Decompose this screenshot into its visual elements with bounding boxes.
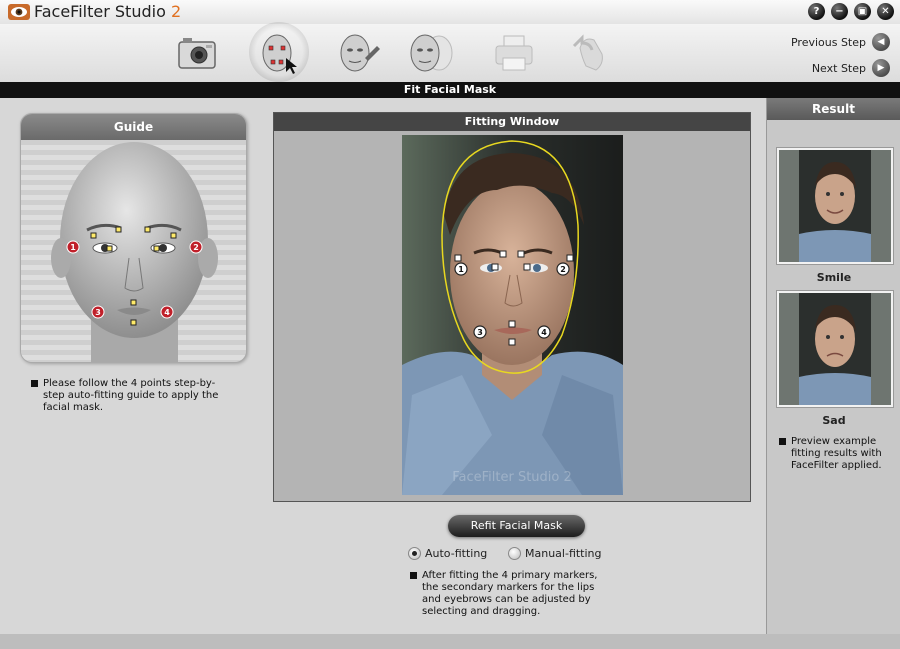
guide-note: Please follow the 4 points step-by-step …: [31, 378, 221, 414]
fit-marker-1[interactable]: 1: [458, 265, 464, 274]
refit-facial-mask-button[interactable]: Refit Facial Mask: [448, 515, 585, 537]
fitting-window-title: Fitting Window: [274, 113, 750, 131]
step-title: Fit Facial Mask: [0, 82, 900, 98]
app-name: FaceFilter Studio: [34, 2, 166, 21]
watermark: FaceFilter Studio 2: [452, 470, 572, 485]
edit-face-icon[interactable]: [335, 28, 383, 78]
previous-step-label: Previous Step: [790, 35, 866, 49]
guide-marker-4: 4: [164, 308, 170, 317]
arrow-right-icon: ▶: [872, 59, 890, 77]
title-bar: FaceFilter Studio 2 ? − ▣ ✕: [0, 0, 900, 24]
guide-panel: Guide 1 2 3 4: [20, 113, 247, 363]
result-title: Result: [767, 98, 900, 120]
sad-label: Sad: [822, 414, 846, 427]
fitting-window: Fitting Window 1 2 3 4 FaceFilter Studio…: [273, 112, 751, 502]
result-note-text: Preview example fitting results with Fac…: [791, 436, 882, 471]
guide-illustration: 1 2 3 4: [21, 140, 246, 362]
radio-unselected-icon: [508, 547, 521, 560]
printer-icon[interactable]: [490, 28, 538, 78]
radio-selected-icon: [408, 547, 421, 560]
guide-marker-3: 3: [95, 308, 101, 317]
help-icon[interactable]: ?: [808, 3, 825, 20]
guide-title: Guide: [21, 114, 246, 140]
fit-marker-2[interactable]: 2: [560, 265, 566, 274]
guide-marker-1: 1: [70, 243, 76, 252]
fitting-note-text: After fitting the 4 primary markers, the…: [422, 570, 598, 617]
toolbar: Previous Step ◀ Next Step ▶: [0, 22, 900, 82]
eye-logo-icon: [8, 4, 30, 20]
share-hand-icon[interactable]: [566, 28, 614, 78]
bullet-icon: [779, 438, 786, 445]
app-version: 2: [170, 2, 182, 21]
auto-fitting-label: Auto-fitting: [425, 547, 488, 560]
previous-step-button[interactable]: Previous Step ◀: [791, 32, 890, 52]
arrow-left-icon: ◀: [872, 33, 890, 51]
minimize-icon[interactable]: −: [831, 3, 848, 20]
fit-marker-3[interactable]: 3: [477, 328, 483, 337]
camera-icon[interactable]: [173, 28, 221, 78]
smile-label: Smile: [816, 271, 852, 284]
sad-result-thumbnail[interactable]: [777, 291, 893, 407]
fit-mask-icon[interactable]: [249, 22, 309, 82]
morph-faces-icon[interactable]: [405, 28, 453, 78]
guide-head-illustration: 1 2 3 4: [51, 142, 218, 362]
bullet-icon: [31, 380, 38, 387]
next-step-label: Next Step: [811, 61, 866, 75]
app-title: FaceFilter Studio 2: [34, 2, 181, 21]
status-bar: [0, 634, 900, 649]
manual-fitting-radio[interactable]: Manual-fitting: [508, 547, 602, 560]
close-icon[interactable]: ✕: [877, 3, 894, 20]
next-step-button[interactable]: Next Step ▶: [812, 58, 890, 78]
guide-note-text: Please follow the 4 points step-by-step …: [43, 378, 219, 413]
guide-marker-2: 2: [193, 243, 199, 252]
result-note: Preview example fitting results with Fac…: [779, 436, 894, 472]
fitting-note: After fitting the 4 primary markers, the…: [410, 570, 610, 618]
smile-result-thumbnail[interactable]: [777, 148, 893, 264]
auto-fitting-radio[interactable]: Auto-fitting: [408, 547, 487, 560]
restore-icon[interactable]: ▣: [854, 3, 871, 20]
manual-fitting-label: Manual-fitting: [525, 547, 602, 560]
fit-marker-4[interactable]: 4: [541, 328, 547, 337]
result-panel: Result Smile Sad Preview example fitting…: [766, 98, 900, 635]
face-photo[interactable]: 1 2 3 4 FaceFilter Studio 2: [402, 135, 623, 495]
bullet-icon: [410, 572, 417, 579]
